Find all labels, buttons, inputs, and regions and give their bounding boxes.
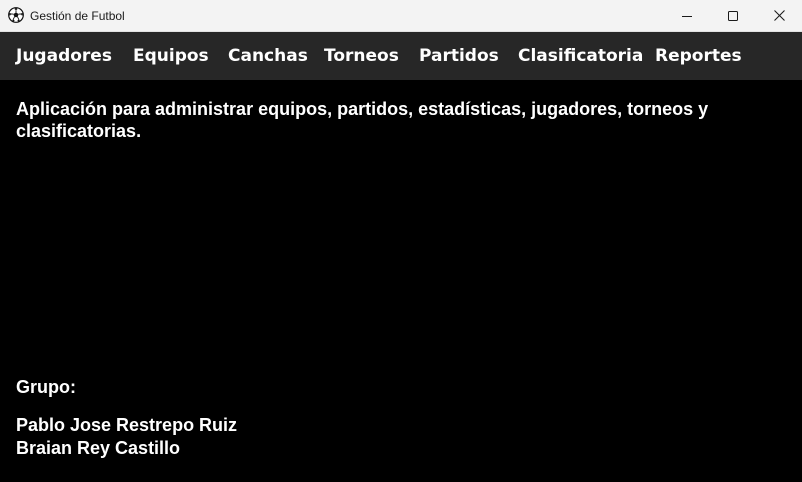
app-description: Aplicación para administrar equipos, par… — [16, 99, 709, 141]
title-bar[interactable]: Gestión de Futbol — [0, 0, 802, 32]
menu-bar: Jugadores Equipos Canchas Torneos Partid… — [0, 32, 802, 80]
group-section: Grupo: Pablo Jose Restrepo Ruiz Braian R… — [16, 376, 237, 460]
close-icon — [773, 10, 785, 21]
close-button[interactable] — [756, 0, 802, 31]
window-title: Gestión de Futbol — [30, 9, 125, 23]
group-member: Braian Rey Castillo — [16, 438, 181, 458]
minimize-button[interactable] — [664, 0, 710, 31]
menu-item-torneos[interactable]: Torneos — [324, 45, 399, 67]
menu-item-partidos[interactable]: Partidos — [419, 45, 499, 67]
menu-item-equipos[interactable]: Equipos — [133, 45, 209, 67]
menu-item-canchas[interactable]: Canchas — [228, 45, 308, 67]
main-content: Aplicación para administrar equipos, par… — [0, 80, 802, 482]
soccer-ball-icon — [8, 7, 24, 23]
menu-item-clasificatoria[interactable]: Clasificatoria — [518, 45, 643, 67]
group-member: Pablo Jose Restrepo Ruiz — [16, 415, 238, 435]
maximize-icon — [728, 10, 738, 21]
app-window: Gestión de Futbol Jugadores Equipos Canc… — [0, 0, 802, 482]
minimize-icon — [682, 11, 692, 21]
menu-item-reportes[interactable]: Reportes — [655, 45, 742, 67]
menu-item-jugadores[interactable]: Jugadores — [16, 45, 112, 67]
maximize-button[interactable] — [710, 0, 756, 31]
group-label: Grupo: — [16, 377, 76, 397]
